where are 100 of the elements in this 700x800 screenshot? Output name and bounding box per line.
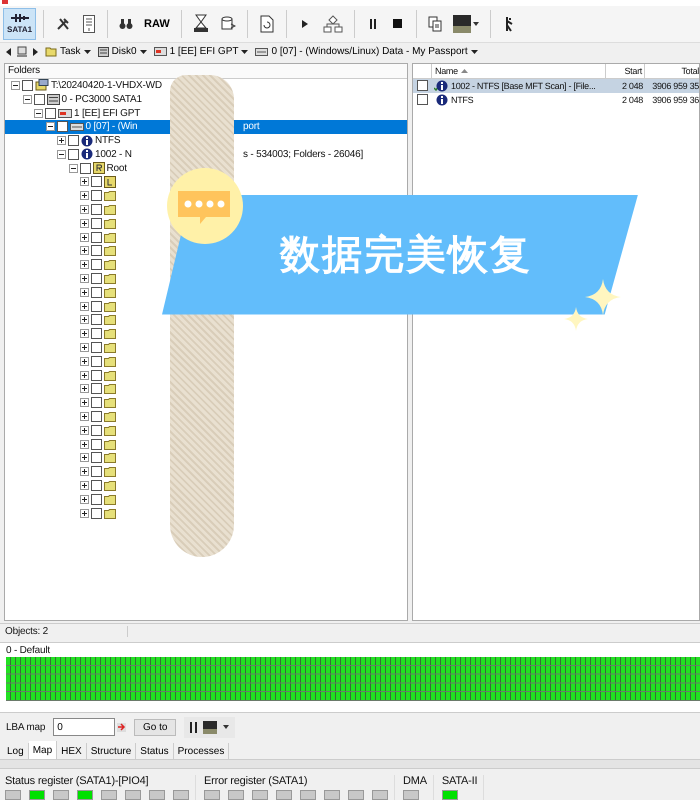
expand-icon[interactable] — [80, 356, 89, 366]
expand-icon[interactable] — [80, 288, 89, 297]
checkbox[interactable] — [91, 411, 102, 422]
checkbox[interactable] — [91, 286, 102, 298]
tree-item-label[interactable]: 0 [07] - (Win — [86, 121, 138, 132]
checkbox[interactable] — [45, 108, 56, 118]
volume-icon — [255, 48, 268, 56]
forward-button[interactable] — [31, 48, 40, 56]
checkbox[interactable] — [91, 204, 102, 216]
tree-item-label[interactable]: 0 - PC3000 SATA1 — [62, 94, 142, 105]
breadcrumb-item[interactable]: 1 [EE] EFI GPT — [152, 46, 250, 58]
tree-item-label[interactable]: 1002 - N — [95, 148, 132, 160]
checkbox[interactable] — [91, 480, 102, 492]
expand-icon[interactable] — [80, 274, 89, 284]
register-title: Error register (SATA1) — [204, 775, 308, 788]
folder-icon — [104, 190, 116, 202]
column-header[interactable]: Total — [644, 64, 699, 78]
checkbox[interactable] — [91, 245, 102, 256]
checkbox[interactable] — [91, 300, 102, 312]
checkbox[interactable] — [91, 438, 102, 450]
folder-icon — [104, 342, 116, 354]
jump-icon[interactable] — [117, 722, 126, 732]
checkbox[interactable] — [416, 80, 428, 92]
expand-icon[interactable] — [80, 481, 89, 490]
checkbox[interactable] — [80, 162, 90, 174]
expand-icon[interactable] — [80, 218, 89, 228]
expand-icon[interactable] — [80, 246, 89, 256]
tree-item-label[interactable]: port — [243, 121, 260, 132]
table-row[interactable]: NTFS 2 048 3906 959 36 — [413, 92, 699, 107]
collapse-icon[interactable] — [22, 94, 32, 104]
folder-icon — [104, 232, 116, 243]
tree-item-label[interactable]: NTFS — [95, 135, 120, 146]
expand-icon[interactable] — [80, 398, 89, 408]
expand-icon[interactable] — [80, 453, 89, 462]
expand-icon[interactable] — [57, 136, 66, 146]
expand-icon[interactable] — [80, 205, 89, 214]
collapse-icon[interactable] — [46, 122, 54, 132]
expand-icon[interactable] — [80, 508, 89, 518]
checkbox[interactable] — [91, 356, 102, 367]
collapse-icon[interactable] — [68, 164, 78, 173]
checkbox[interactable] — [91, 342, 102, 354]
collapse-icon[interactable] — [34, 108, 43, 118]
checkbox[interactable] — [91, 314, 102, 326]
checkbox[interactable] — [91, 218, 102, 229]
checkbox[interactable] — [416, 94, 428, 106]
checkbox[interactable] — [91, 370, 102, 381]
checkbox[interactable] — [68, 135, 79, 146]
expand-icon[interactable] — [80, 440, 89, 449]
checkbox[interactable] — [91, 508, 102, 519]
sata-button[interactable]: SATA1 — [3, 8, 36, 40]
expand-icon[interactable] — [80, 315, 89, 324]
checkbox[interactable] — [91, 466, 102, 478]
checkbox[interactable] — [91, 397, 102, 408]
column-header[interactable]: Name — [431, 64, 605, 78]
checkbox[interactable] — [34, 94, 44, 105]
expand-icon[interactable] — [80, 191, 89, 200]
tree-item-label[interactable]: Root — [106, 162, 127, 174]
checkbox[interactable] — [91, 452, 102, 464]
partition-icon — [58, 108, 72, 118]
collapse-icon[interactable] — [11, 80, 20, 90]
breadcrumb-item[interactable]: Task — [43, 46, 93, 58]
expand-icon[interactable] — [80, 343, 89, 352]
checkbox[interactable] — [22, 80, 33, 91]
expand-icon[interactable] — [80, 384, 89, 394]
checkbox[interactable] — [91, 424, 102, 436]
expand-icon[interactable] — [80, 260, 89, 270]
goto-button[interactable]: Go to — [134, 718, 176, 736]
breadcrumb-item[interactable]: Disk0 — [96, 46, 149, 58]
expand-icon[interactable] — [80, 467, 89, 476]
expand-icon[interactable] — [80, 177, 89, 186]
expand-icon[interactable] — [80, 302, 89, 311]
tree-item-label[interactable]: 1 [EE] EFI GPT — [74, 108, 140, 118]
checkbox[interactable] — [56, 121, 68, 132]
pause-icon[interactable] — [190, 722, 198, 733]
checkbox[interactable] — [91, 273, 102, 284]
expand-icon[interactable] — [80, 494, 89, 504]
expand-icon[interactable] — [80, 329, 89, 338]
tab[interactable]: Map — [28, 741, 58, 760]
checkbox[interactable] — [91, 383, 102, 394]
back-button[interactable] — [4, 48, 13, 56]
checkbox[interactable] — [91, 176, 102, 188]
tree-item-label[interactable]: s - 534003; Folders - 26046] — [243, 148, 364, 160]
checkbox[interactable] — [91, 259, 102, 270]
thumbnail-icon[interactable] — [203, 720, 218, 734]
raw-button[interactable]: RAW — [140, 8, 174, 40]
expand-icon[interactable] — [80, 370, 89, 380]
column-header[interactable]: Start — [605, 64, 644, 78]
lba-input-field[interactable]: 0 — [53, 718, 116, 736]
expand-icon[interactable] — [80, 232, 89, 242]
expand-icon[interactable] — [80, 412, 89, 422]
caret-icon[interactable] — [223, 725, 230, 730]
checkbox[interactable] — [91, 190, 102, 202]
checkbox[interactable] — [91, 494, 102, 505]
expand-icon[interactable] — [80, 426, 89, 435]
table-row[interactable]: 1002 - NTFS [Base MFT Scan] - [File... 2 048 3906 959 35 — [413, 78, 699, 93]
checkbox[interactable] — [68, 148, 79, 160]
tree-item-label[interactable]: T:\20240420-1-VHDX-WD — [51, 80, 162, 91]
checkbox[interactable] — [91, 328, 102, 340]
collapse-icon[interactable] — [57, 150, 66, 159]
checkbox[interactable] — [91, 232, 102, 243]
